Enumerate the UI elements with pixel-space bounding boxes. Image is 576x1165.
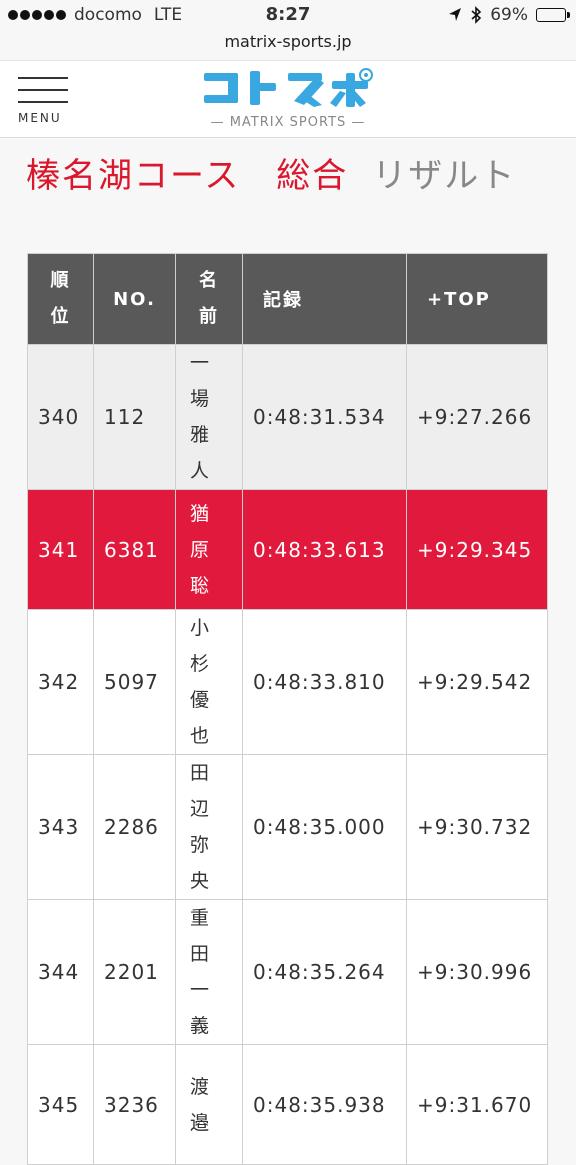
page-title-main: 榛名湖コース 総合 <box>26 156 349 196</box>
header-record: 記録 <box>242 253 407 345</box>
cell-top: +9:29.542 <box>406 609 548 755</box>
cell-name: 重田一義 <box>175 899 243 1045</box>
cell-name: 一場雅人 <box>175 344 243 490</box>
table-header-row: 順位 NO. 名前 記録 +TOP <box>27 253 548 345</box>
menu-label: MENU <box>18 111 62 125</box>
cell-rank: 340 <box>27 344 94 490</box>
cell-no: 3236 <box>93 1044 176 1165</box>
hamburger-line <box>18 89 68 91</box>
url-bar[interactable]: matrix-sports.jp <box>0 32 576 60</box>
cell-rank: 341 <box>27 489 94 610</box>
cell-top: +9:31.670 <box>406 1044 548 1165</box>
cell-record: 0:48:35.264 <box>242 899 407 1045</box>
cell-name: 猶原聡 <box>175 489 243 610</box>
cell-no: 6381 <box>93 489 176 610</box>
cell-no: 2201 <box>93 899 176 1045</box>
cell-record: 0:48:35.938 <box>242 1044 407 1165</box>
table-row[interactable]: 345 3236 渡邉 0:48:35.938 +9:31.670 <box>27 1044 548 1165</box>
hamburger-icon <box>18 77 68 79</box>
header-top: +TOP <box>406 253 548 345</box>
cell-rank: 345 <box>27 1044 94 1165</box>
cell-rank: 343 <box>27 754 94 900</box>
cell-rank: 344 <box>27 899 94 1045</box>
matrix-sports-logo-icon <box>204 68 373 107</box>
cell-name: 小杉優也 <box>175 609 243 755</box>
table-row-highlighted[interactable]: 341 6381 猶原聡 0:48:33.613 +9:29.345 <box>27 489 548 610</box>
cell-record: 0:48:33.810 <box>242 609 407 755</box>
status-right: 69% <box>448 5 570 25</box>
logo-subtitle: — MATRIX SPORTS — <box>210 115 366 130</box>
site-logo[interactable]: — MATRIX SPORTS — <box>200 67 376 131</box>
battery-icon <box>536 8 570 22</box>
cell-record: 0:48:33.613 <box>242 489 407 610</box>
header-no: NO. <box>93 253 176 345</box>
header-rank: 順位 <box>27 253 94 345</box>
page-title: 榛名湖コース 総合 リザルト <box>26 148 516 197</box>
location-icon <box>449 8 462 21</box>
cell-name: 渡邉 <box>175 1044 243 1165</box>
results-body: 340 112 一場雅人 0:48:31.534 +9:27.266 341 6… <box>27 344 548 1165</box>
cell-top: +9:29.345 <box>406 489 548 610</box>
cell-no: 2286 <box>93 754 176 900</box>
cell-record: 0:48:31.534 <box>242 344 407 490</box>
cell-top: +9:27.266 <box>406 344 548 490</box>
table-row[interactable]: 340 112 一場雅人 0:48:31.534 +9:27.266 <box>27 344 548 490</box>
table-row[interactable]: 343 2286 田辺弥央 0:48:35.000 +9:30.732 <box>27 754 548 900</box>
hamburger-line <box>18 101 68 103</box>
cell-no: 5097 <box>93 609 176 755</box>
cell-top: +9:30.732 <box>406 754 548 900</box>
menu-button[interactable]: MENU <box>18 75 70 127</box>
page-title-sub: リザルト <box>372 156 517 196</box>
table-row[interactable]: 342 5097 小杉優也 0:48:33.810 +9:29.542 <box>27 609 548 755</box>
cell-no: 112 <box>93 344 176 490</box>
site-header: MENU — MATRIX SPORTS — <box>0 60 576 138</box>
bluetooth-icon <box>471 6 482 24</box>
table-row[interactable]: 344 2201 重田一義 0:48:35.264 +9:30.996 <box>27 899 548 1045</box>
cell-top: +9:30.996 <box>406 899 548 1045</box>
cell-record: 0:48:35.000 <box>242 754 407 900</box>
results-table: 順位 NO. 名前 記録 +TOP 340 112 一場雅人 0:48:31.5… <box>27 253 548 1165</box>
battery-percent: 69% <box>490 5 528 25</box>
cell-rank: 342 <box>27 609 94 755</box>
cell-name: 田辺弥央 <box>175 754 243 900</box>
header-name: 名前 <box>175 253 243 345</box>
status-bar: docomo LTE 8:27 69% <box>0 0 576 32</box>
